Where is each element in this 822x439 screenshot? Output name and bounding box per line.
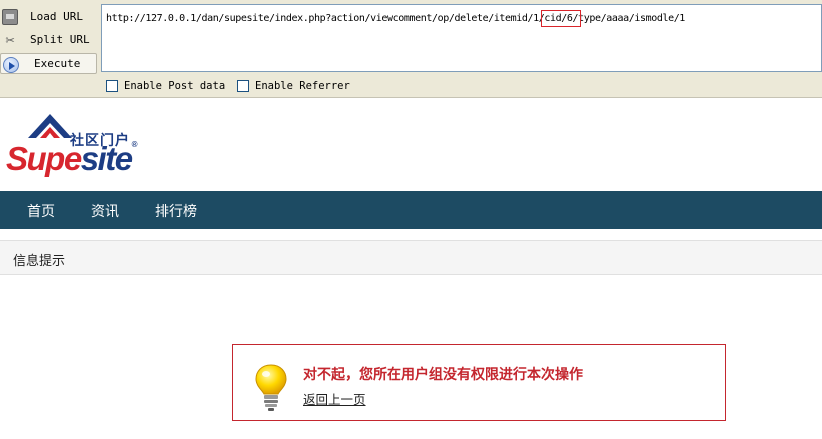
- split-url-button[interactable]: ✂ Split URL: [0, 29, 97, 51]
- url-suffix: type/aaaa/ismodle/1: [578, 13, 685, 24]
- split-url-label: Split URL: [30, 33, 90, 46]
- message-box: 对不起，您所在用户组没有权限进行本次操作 返回上一页: [232, 344, 726, 421]
- logo-part-red: Supe: [6, 140, 82, 177]
- execute-button[interactable]: Execute: [0, 53, 97, 74]
- enable-post-box[interactable]: [106, 80, 118, 92]
- url-prefix: http://127.0.0.1/dan/supesite/index.php?…: [106, 13, 545, 24]
- page-title: 信息提示: [13, 254, 66, 269]
- url-input[interactable]: http://127.0.0.1/dan/supesite/index.php?…: [101, 4, 822, 72]
- permission-error-message: 对不起，您所在用户组没有权限进行本次操作: [303, 367, 583, 383]
- enable-referrer-label: Enable Referrer: [255, 80, 350, 92]
- info-header: 信息提示: [0, 240, 822, 275]
- load-url-icon: [2, 9, 18, 25]
- play-icon: [3, 57, 19, 73]
- main-nav: 首页 资讯 排行榜: [0, 191, 822, 229]
- url-highlight: cid/6/: [541, 10, 582, 27]
- hackbar-toolbar: Load URL ✂ Split URL Execute http://127.…: [0, 0, 822, 98]
- logo-english-text: Supesite®: [6, 140, 138, 178]
- enable-referrer-box[interactable]: [237, 80, 249, 92]
- enable-post-checkbox[interactable]: Enable Post data: [106, 80, 225, 92]
- logo-registered-mark: ®: [131, 140, 138, 149]
- go-back-link[interactable]: 返回上一页: [303, 389, 366, 408]
- scissors-icon: ✂: [5, 31, 15, 49]
- execute-label: Execute: [34, 57, 81, 70]
- nav-item-news[interactable]: 资讯: [91, 201, 119, 221]
- enable-post-label: Enable Post data: [124, 80, 226, 92]
- load-url-button[interactable]: Load URL: [0, 6, 97, 28]
- lightbulb-icon: [255, 364, 287, 411]
- nav-item-home[interactable]: 首页: [27, 201, 55, 221]
- enable-referrer-checkbox[interactable]: Enable Referrer: [237, 80, 350, 92]
- site-logo[interactable]: 社区门户 Supesite®: [6, 108, 146, 182]
- load-url-label: Load URL: [30, 10, 83, 23]
- logo-part-blue: site: [80, 140, 133, 177]
- nav-item-ranking[interactable]: 排行榜: [155, 201, 197, 221]
